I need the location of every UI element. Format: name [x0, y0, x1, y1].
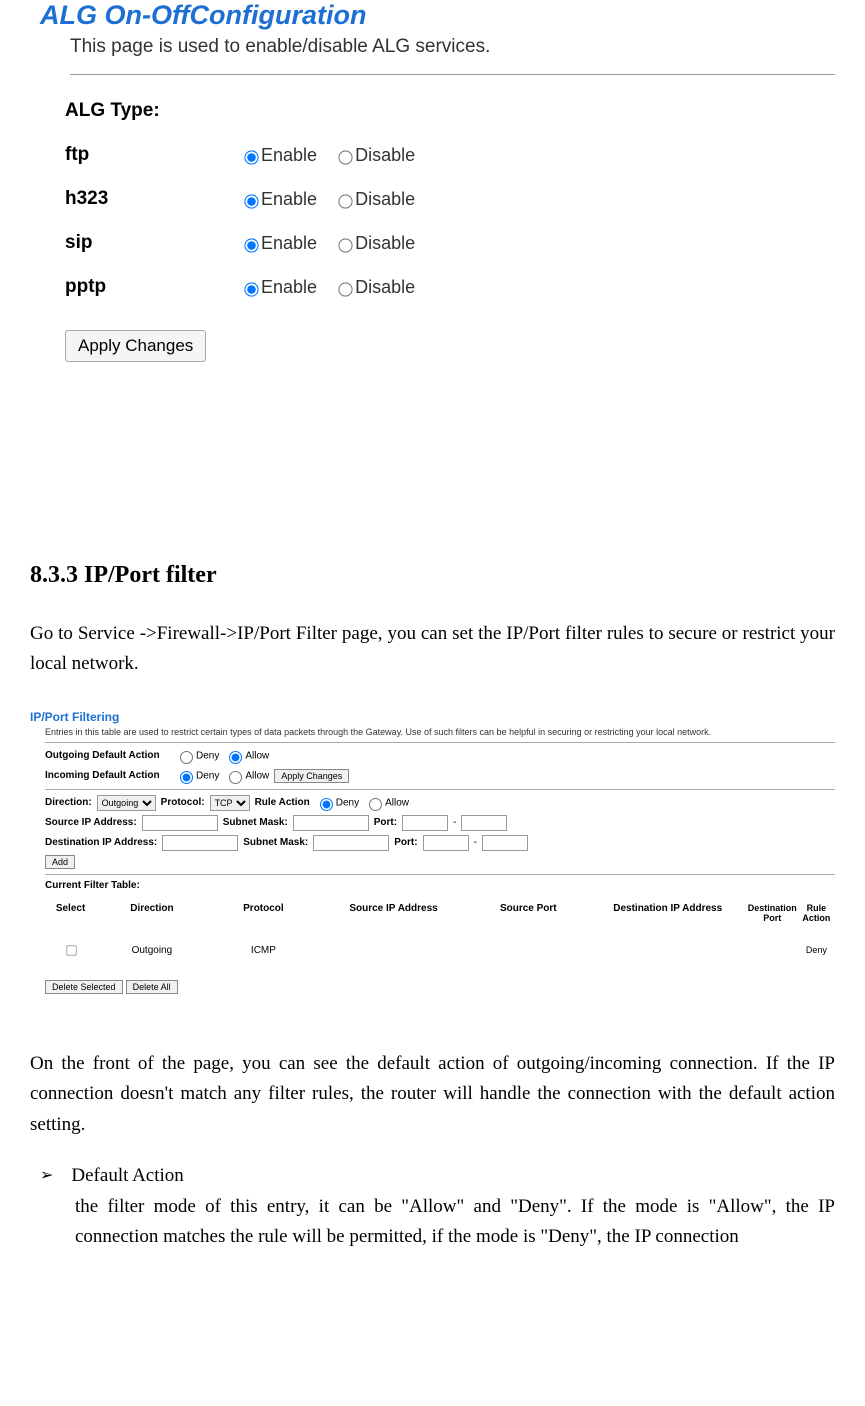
- enable-label: Enable: [261, 145, 317, 165]
- incoming-deny-radio[interactable]: [180, 771, 193, 784]
- filter-table-row: Outgoing ICMP Deny: [45, 941, 835, 960]
- ftp-enable-radio[interactable]: [244, 150, 258, 164]
- ftp-disable-radio[interactable]: [338, 150, 352, 164]
- rule-action-label: Rule Action: [255, 797, 310, 808]
- header-dest-port: Destination Port: [747, 903, 798, 923]
- dest-port-from-input[interactable]: [423, 835, 469, 851]
- alg-title: ALG On-OffConfiguration: [40, 0, 865, 31]
- subnet-label: Subnet Mask:: [243, 837, 308, 848]
- pptp-disable-radio[interactable]: [338, 282, 352, 296]
- dest-ip-input[interactable]: [162, 835, 238, 851]
- header-src-port: Source Port: [468, 903, 589, 923]
- pptp-enable-radio[interactable]: [244, 282, 258, 296]
- apply-changes-button[interactable]: Apply Changes: [274, 769, 349, 783]
- dest-subnet-input[interactable]: [313, 835, 389, 851]
- src-ip-label: Source IP Address:: [45, 817, 137, 828]
- disable-label: Disable: [355, 233, 415, 253]
- sip-disable-radio[interactable]: [338, 238, 352, 252]
- port-label: Port:: [394, 837, 417, 848]
- divider: [45, 874, 835, 875]
- section-intro: Go to Service ->Firewall->IP/Port Filter…: [30, 619, 835, 680]
- src-port-from-input[interactable]: [402, 815, 448, 831]
- deny-label: Deny: [196, 750, 219, 761]
- enable-label: Enable: [261, 277, 317, 297]
- header-dest-ip: Destination IP Address: [589, 903, 747, 923]
- direction-select[interactable]: Outgoing: [97, 795, 156, 811]
- delete-selected-button[interactable]: Delete Selected: [45, 980, 123, 994]
- incoming-default-label: Incoming Default Action: [45, 770, 170, 781]
- post-filter-text: On the front of the page, you can see th…: [30, 1049, 835, 1140]
- header-rule-action: Rule Action: [798, 903, 835, 923]
- src-port-to-input[interactable]: [461, 815, 507, 831]
- disable-label: Disable: [355, 145, 415, 165]
- deny-label: Deny: [196, 770, 219, 781]
- filter-description: Entries in this table are used to restri…: [45, 727, 835, 737]
- src-ip-input[interactable]: [142, 815, 218, 831]
- row-protocol: ICMP: [208, 945, 320, 956]
- delete-all-button[interactable]: Delete All: [126, 980, 178, 994]
- section-heading: 8.3.3 IP/Port filter: [30, 562, 835, 589]
- allow-label: Allow: [245, 770, 269, 781]
- add-button[interactable]: Add: [45, 855, 75, 869]
- enable-label: Enable: [261, 189, 317, 209]
- outgoing-deny-radio[interactable]: [180, 751, 193, 764]
- src-subnet-input[interactable]: [293, 815, 369, 831]
- protocol-select[interactable]: TCP: [210, 795, 250, 811]
- row-select-checkbox[interactable]: [66, 945, 76, 955]
- alg-h323-label: h323: [65, 188, 240, 210]
- apply-changes-button[interactable]: Apply Changes: [65, 330, 206, 362]
- header-src-ip: Source IP Address: [319, 903, 468, 923]
- allow-label: Allow: [385, 797, 409, 808]
- dest-ip-label: Destination IP Address:: [45, 837, 157, 848]
- alg-ftp-label: ftp: [65, 144, 240, 166]
- port-label: Port:: [374, 817, 397, 828]
- filter-title: IP/Port Filtering: [30, 710, 835, 724]
- dash: -: [453, 817, 456, 828]
- direction-label: Direction:: [45, 797, 92, 808]
- divider: [45, 789, 835, 790]
- disable-label: Disable: [355, 189, 415, 209]
- rule-deny-radio[interactable]: [320, 798, 333, 811]
- h323-enable-radio[interactable]: [244, 194, 258, 208]
- deny-label: Deny: [336, 797, 359, 808]
- alg-type-label: ALG Type:: [65, 100, 240, 122]
- enable-label: Enable: [261, 233, 317, 253]
- sip-enable-radio[interactable]: [244, 238, 258, 252]
- header-protocol: Protocol: [208, 903, 320, 923]
- alg-pptp-label: pptp: [65, 276, 240, 298]
- h323-disable-radio[interactable]: [338, 194, 352, 208]
- bullet-body: the filter mode of this entry, it can be…: [75, 1192, 835, 1253]
- row-action: Deny: [798, 945, 835, 955]
- alg-description: This page is used to enable/disable ALG …: [70, 36, 865, 66]
- divider: [70, 74, 835, 75]
- bullet-heading: Default Action: [71, 1165, 183, 1187]
- protocol-label: Protocol:: [161, 797, 205, 808]
- bullet-icon: ➢: [40, 1165, 53, 1187]
- allow-label: Allow: [245, 750, 269, 761]
- outgoing-allow-radio[interactable]: [229, 751, 242, 764]
- header-direction: Direction: [96, 903, 208, 923]
- rule-allow-radio[interactable]: [369, 798, 382, 811]
- current-filter-table-label: Current Filter Table:: [45, 880, 140, 891]
- dash: -: [474, 837, 477, 848]
- outgoing-default-label: Outgoing Default Action: [45, 750, 170, 761]
- dest-port-to-input[interactable]: [482, 835, 528, 851]
- divider: [45, 742, 835, 743]
- row-direction: Outgoing: [96, 945, 208, 956]
- subnet-label: Subnet Mask:: [223, 817, 288, 828]
- disable-label: Disable: [355, 277, 415, 297]
- filter-table-header-row: Select Direction Protocol Source IP Addr…: [45, 903, 835, 923]
- header-select: Select: [45, 903, 96, 923]
- alg-sip-label: sip: [65, 232, 240, 254]
- incoming-allow-radio[interactable]: [229, 771, 242, 784]
